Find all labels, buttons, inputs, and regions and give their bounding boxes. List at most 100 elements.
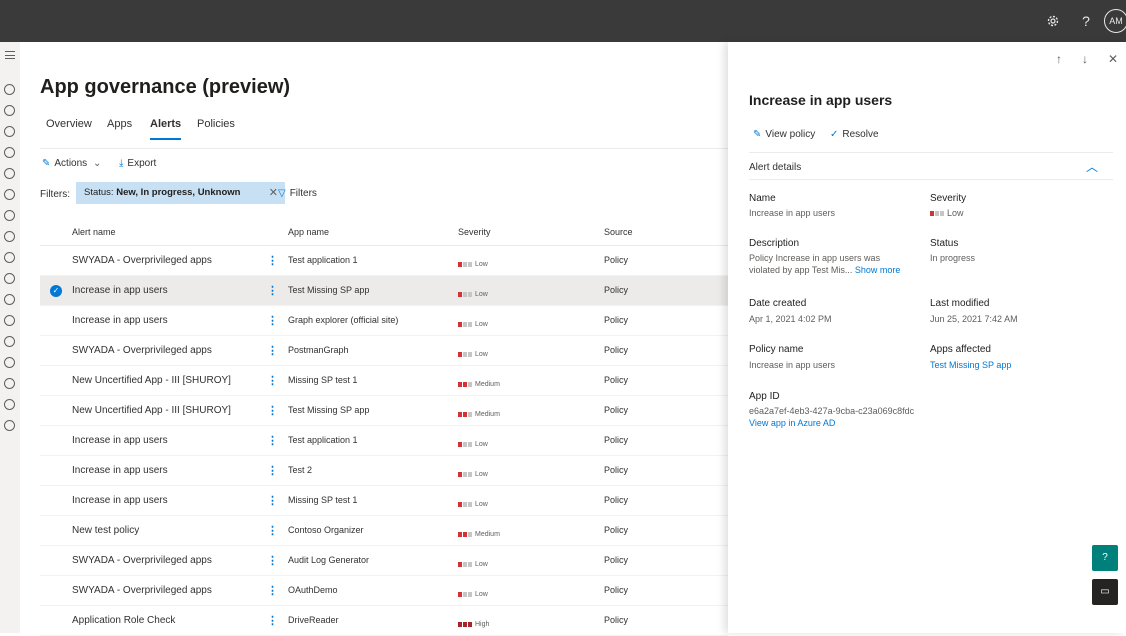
more-options-icon[interactable]: ⋮ (267, 464, 278, 477)
table-row[interactable]: SWYADA - Overprivileged apps ⋮ PostmanGrap… (40, 336, 728, 366)
more-options-icon[interactable]: ⋮ (267, 494, 278, 507)
app-name-cell: Test 2 (288, 465, 313, 475)
severity-cell: Low (458, 436, 488, 448)
nav-item-icon[interactable] (4, 378, 15, 389)
actions-button[interactable]: ✎ Actions ⌄ (42, 158, 101, 169)
table-row[interactable]: New Uncertified App - III [SHUROY] ⋮ Missi… (40, 366, 728, 396)
row-selected-check-icon[interactable]: ✓ (50, 285, 62, 297)
nav-item-icon[interactable] (4, 147, 15, 158)
alert-name-cell[interactable]: Increase in app users (72, 315, 168, 326)
alert-name-cell[interactable]: New Uncertified App - III [SHUROY] (72, 405, 231, 416)
more-options-icon[interactable]: ⋮ (267, 314, 278, 327)
nav-item-icon[interactable] (4, 252, 15, 263)
alert-name-cell[interactable]: Application Role Check (72, 615, 175, 626)
more-options-icon[interactable]: ⋮ (267, 554, 278, 567)
more-options-icon[interactable]: ⋮ (267, 404, 278, 417)
table-row[interactable]: Increase in app users ⋮ Test application 1… (40, 426, 728, 456)
alert-name-cell[interactable]: SWYADA - Overprivileged apps (72, 255, 212, 266)
alert-name-cell[interactable]: Increase in app users (72, 465, 168, 476)
nav-item-icon[interactable] (4, 357, 15, 368)
app-name-cell: Test application 1 (288, 435, 358, 445)
tab-policies[interactable]: Policies (197, 118, 235, 130)
export-button[interactable]: ⤓ Export (119, 158, 156, 169)
table-row[interactable]: ✓ Increase in app users ⋮ Test Missing SP a… (40, 276, 728, 306)
table-row[interactable]: SWYADA - Overprivileged apps ⋮ Audit Log G… (40, 546, 728, 576)
apps-affected-label: Apps affected (930, 344, 991, 355)
help-icon[interactable]: ? (1076, 11, 1096, 31)
alert-name-cell[interactable]: Increase in app users (72, 285, 168, 296)
nav-item-icon[interactable] (4, 315, 15, 326)
show-more-link[interactable]: Show more (855, 265, 901, 275)
apps-affected-link[interactable]: Test Missing SP app (930, 360, 1011, 371)
nav-item-icon[interactable] (4, 294, 15, 305)
chevron-up-icon[interactable]: ︿ (1086, 158, 1098, 175)
alert-name-cell[interactable]: New Uncertified App - III [SHUROY] (72, 375, 231, 386)
nav-item-icon[interactable] (4, 168, 15, 179)
gear-icon[interactable] (1043, 11, 1063, 31)
alert-name-cell[interactable]: Increase in app users (72, 435, 168, 446)
table-row[interactable]: New test policy ⋮ Contoso Organizer Medium P… (40, 516, 728, 546)
more-options-icon[interactable]: ⋮ (267, 284, 278, 297)
severity-bar (458, 502, 462, 508)
avatar[interactable]: AM (1104, 9, 1126, 33)
resolve-button[interactable]: ✓ Resolve (830, 129, 879, 140)
more-options-icon[interactable]: ⋮ (267, 614, 278, 627)
table-row[interactable]: Increase in app users ⋮ Missing SP test 1 L… (40, 486, 728, 516)
feedback-icon[interactable]: ▭ (1092, 579, 1118, 605)
name-value: Increase in app users (749, 208, 836, 218)
nav-item-icon[interactable] (4, 105, 15, 116)
top-bar: ? AM (0, 0, 1126, 42)
tab-alerts[interactable]: Alerts (150, 118, 182, 140)
filters-button[interactable]: ▽ Filters (278, 188, 317, 199)
severity-bar (463, 472, 467, 478)
more-options-icon[interactable]: ⋮ (267, 524, 278, 537)
severity-bar (468, 502, 472, 508)
table-row[interactable]: Increase in app users ⋮ Graph explorer (of… (40, 306, 728, 336)
nav-item-icon[interactable] (4, 210, 15, 221)
alert-name-cell[interactable]: Increase in app users (72, 495, 168, 506)
nav-item-icon[interactable] (4, 84, 15, 95)
tab-apps[interactable]: Apps (107, 118, 132, 130)
hamburger-menu-icon[interactable] (5, 51, 15, 59)
more-options-icon[interactable]: ⋮ (267, 344, 278, 357)
arrow-up-icon[interactable]: ↑ (1056, 52, 1062, 66)
nav-item-icon[interactable] (4, 336, 15, 347)
nav-item-icon[interactable] (4, 273, 15, 284)
help-icon[interactable]: ? (1092, 545, 1118, 571)
alert-name-cell[interactable]: SWYADA - Overprivileged apps (72, 585, 212, 596)
nav-item-icon[interactable] (4, 126, 15, 137)
alert-details-section-header[interactable]: Alert details (749, 162, 801, 173)
column-header-source[interactable]: Source (604, 227, 633, 237)
alert-name-cell[interactable]: SWYADA - Overprivileged apps (72, 345, 212, 356)
nav-item-icon[interactable] (4, 231, 15, 242)
alert-name-cell[interactable]: SWYADA - Overprivileged apps (72, 555, 212, 566)
nav-item-icon[interactable] (4, 399, 15, 410)
status-filter-chip[interactable]: Status: New, In progress, Unknown ✕ (76, 182, 285, 204)
more-options-icon[interactable]: ⋮ (267, 434, 278, 447)
severity-text: Low (947, 208, 964, 218)
app-name-cell: Contoso Organizer (288, 525, 364, 535)
more-options-icon[interactable]: ⋮ (267, 374, 278, 387)
column-header-severity[interactable]: Severity (458, 227, 491, 237)
more-options-icon[interactable]: ⋮ (267, 584, 278, 597)
arrow-down-icon[interactable]: ↓ (1082, 52, 1088, 66)
pencil-icon: ✎ (753, 129, 762, 140)
table-row[interactable]: Application Role Check ⋮ DriveReader High Po… (40, 606, 728, 636)
nav-item-icon[interactable] (4, 189, 15, 200)
nav-item-icon[interactable] (4, 420, 15, 431)
table-row[interactable]: SWYADA - Overprivileged apps ⋮ Test applic… (40, 246, 728, 276)
source-cell: Policy (604, 585, 629, 595)
filters-button-label: Filters (289, 188, 317, 199)
table-row[interactable]: New Uncertified App - III [SHUROY] ⋮ Test … (40, 396, 728, 426)
view-policy-button[interactable]: ✎ View policy (753, 129, 815, 140)
more-options-icon[interactable]: ⋮ (267, 254, 278, 267)
column-header-app-name[interactable]: App name (288, 227, 329, 237)
table-row[interactable]: SWYADA - Overprivileged apps ⋮ OAuthDemo Lo… (40, 576, 728, 606)
view-in-azure-link[interactable]: View app in Azure AD (749, 418, 835, 429)
column-header-alert-name[interactable]: Alert name (72, 227, 116, 237)
close-icon[interactable]: ✕ (1108, 52, 1118, 66)
alert-name-cell[interactable]: New test policy (72, 525, 139, 536)
close-icon[interactable]: ✕ (269, 182, 278, 204)
table-row[interactable]: Increase in app users ⋮ Test 2 Low Policy (40, 456, 728, 486)
tab-overview[interactable]: Overview (46, 118, 92, 130)
